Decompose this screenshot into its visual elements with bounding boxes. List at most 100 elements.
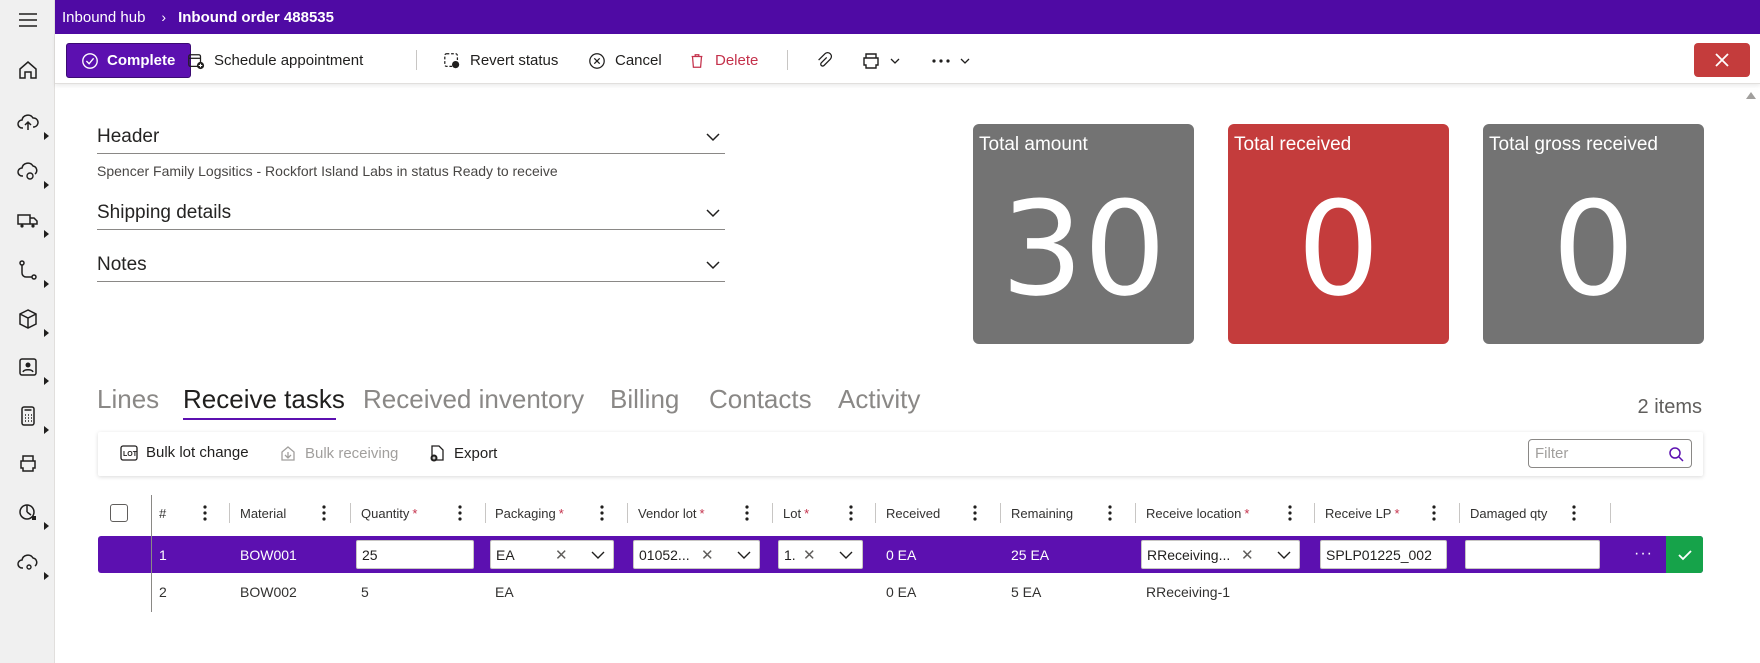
column-divider[interactable] [229,503,230,523]
clear-icon[interactable]: ✕ [555,546,568,564]
chevron-down-icon[interactable] [591,551,605,559]
column-divider[interactable] [772,503,773,523]
header-section-title: Header [97,126,160,147]
damaged-qty-input[interactable] [1465,540,1600,569]
ellipsis-icon [932,58,950,63]
scroll-up-arrow-icon[interactable] [1746,92,1756,99]
header-section[interactable]: Header [97,122,725,154]
column-divider[interactable] [875,503,876,523]
export-button[interactable]: Export [428,444,497,462]
column-menu-icon[interactable] [1425,495,1443,531]
delete-button[interactable]: Delete [688,43,758,78]
cell-packaging: EA [495,583,514,600]
bulk-lot-label: Bulk lot change [146,444,249,461]
print-button[interactable] [861,43,909,78]
chevron-down-icon[interactable] [737,551,751,559]
cloud-sync-icon[interactable] [14,157,49,189]
column-menu-icon[interactable] [196,495,214,531]
header-summary: Spencer Family Logsitics - Rockfort Isla… [97,163,558,179]
shipping-details-section[interactable]: Shipping details [97,198,725,230]
column-menu-icon[interactable] [451,495,469,531]
tab-contacts[interactable]: Contacts [709,384,812,415]
close-button[interactable] [1694,43,1750,77]
cancel-button[interactable]: Cancel [588,43,662,78]
column-divider[interactable] [350,503,351,523]
tab-received-inventory[interactable]: Received inventory [363,384,584,415]
chevron-down-icon [706,209,720,218]
notes-section[interactable]: Notes [97,250,725,282]
receive-location-select[interactable]: RReceiving... ✕ [1141,540,1300,569]
column-divider[interactable] [1314,503,1315,523]
cancel-circle-icon [589,52,605,69]
col-receive-lp: Receive LP * [1325,495,1400,531]
breadcrumb-inbound-hub[interactable]: Inbound hub [62,9,145,26]
packaging-select[interactable]: EA ✕ [490,540,614,569]
column-menu-icon[interactable] [1565,495,1583,531]
contact-card-icon[interactable] [14,353,49,385]
select-all-checkbox[interactable] [110,504,128,522]
tab-activity[interactable]: Activity [838,384,920,415]
column-menu-icon[interactable] [1101,495,1119,531]
table-row[interactable]: 2 BOW002 5 EA 0 EA 5 EA RReceiving-1 [98,573,1703,610]
column-menu-icon[interactable] [966,495,984,531]
flow-icon[interactable] [14,256,49,288]
attach-button[interactable] [815,43,842,78]
filter-placeholder: Filter [1535,445,1569,462]
more-actions-button[interactable] [931,43,979,78]
column-divider[interactable] [627,503,628,523]
page-title: Inbound order 488535 [178,8,334,26]
truck-icon[interactable] [14,206,49,238]
tile-value: 0 [1552,173,1635,325]
column-menu-icon[interactable] [1281,495,1299,531]
cloud-settings-icon[interactable] [14,548,49,580]
column-divider[interactable] [1135,503,1136,523]
bulk-receiving-button[interactable]: Bulk receiving [279,444,398,462]
report-gauge-icon[interactable] [14,498,49,530]
tab-lines[interactable]: Lines [97,384,159,415]
column-divider[interactable] [485,503,486,523]
col-number: # [159,505,167,521]
revert-status-button[interactable]: Revert status [443,43,558,78]
bulk-lot-change-button[interactable]: LOT Bulk lot change [120,444,249,461]
cancel-label: Cancel [615,52,662,69]
save-row-button[interactable] [1666,536,1703,573]
cell-material: BOW002 [240,583,297,600]
revert-icon [444,52,460,68]
chevron-down-icon[interactable] [1277,551,1291,559]
column-menu-icon[interactable] [315,495,333,531]
printer-icon[interactable] [14,450,42,478]
revert-label: Revert status [470,52,559,69]
col-packaging-label: Packaging [495,505,556,521]
column-divider[interactable] [1000,503,1001,523]
row-more-icon[interactable]: ··· [1634,545,1653,563]
total-amount-tile: Total amount 30 [973,124,1194,344]
upload-cloud-icon[interactable] [14,108,49,140]
quantity-input[interactable]: 25 [356,540,474,569]
vendor-lot-select[interactable]: 01052... ✕ [633,540,760,569]
home-icon[interactable] [14,56,42,84]
column-divider[interactable] [1459,503,1460,523]
table-row-selected[interactable]: 1 BOW001 25 EA ✕ 01052... ✕ 1. ✕ 0 EA 25… [98,536,1703,573]
column-menu-icon[interactable] [738,495,756,531]
filter-input[interactable]: Filter [1528,439,1692,468]
check-circle-icon [82,52,98,69]
hamburger-menu-icon[interactable] [14,6,42,34]
column-menu-icon[interactable] [593,495,611,531]
calculator-icon[interactable] [14,402,49,434]
chevron-down-icon[interactable] [839,551,853,559]
clear-icon[interactable]: ✕ [803,546,816,564]
schedule-appointment-button[interactable]: Schedule appointment [187,43,363,78]
tab-receive-tasks[interactable]: Receive tasks [183,384,345,415]
clear-icon[interactable]: ✕ [1241,546,1254,564]
tab-billing[interactable]: Billing [610,384,679,415]
receive-lp-input[interactable]: SPLP01225_002 [1320,540,1447,569]
cell-remaining: 5 EA [1011,583,1042,600]
complete-button[interactable]: Complete [66,43,191,78]
package-icon[interactable] [14,305,49,337]
column-divider[interactable] [1610,503,1611,523]
column-menu-icon[interactable] [842,495,860,531]
clear-icon[interactable]: ✕ [701,546,714,564]
search-icon[interactable] [1668,446,1684,462]
grid-toolbar: LOT Bulk lot change Bulk receiving Expor… [98,432,1703,476]
lot-select[interactable]: 1. ✕ [778,540,863,569]
